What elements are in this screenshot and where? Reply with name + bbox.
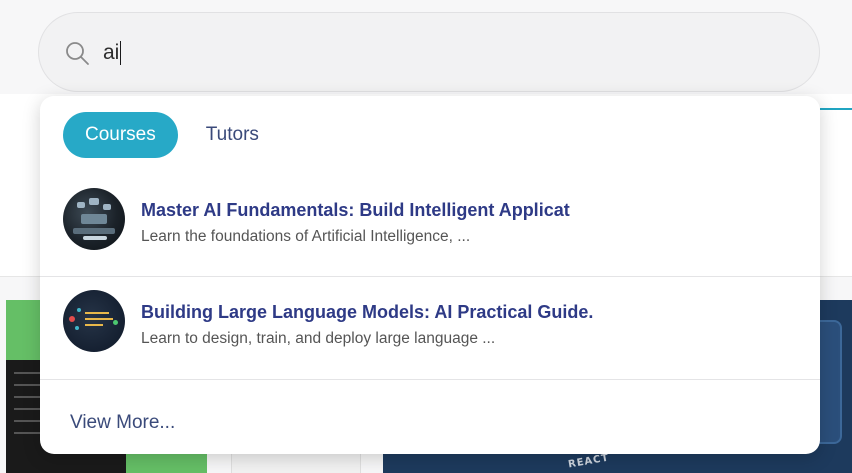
result-description: Learn to design, train, and deploy large… bbox=[141, 330, 496, 347]
divider bbox=[40, 276, 820, 277]
search-bar[interactable]: ai bbox=[38, 12, 820, 92]
search-input-value: ai bbox=[103, 41, 120, 64]
background-card-label: REACT bbox=[567, 452, 611, 471]
course-thumbnail bbox=[63, 290, 125, 352]
tab-tutors[interactable]: Tutors bbox=[200, 112, 265, 158]
search-results-dropdown: Courses Tutors Master AI Fundamentals: B… bbox=[40, 96, 820, 454]
search-result-item[interactable]: Building Large Language Models: AI Pract… bbox=[40, 278, 820, 378]
tab-courses[interactable]: Courses bbox=[63, 112, 178, 158]
text-caret bbox=[120, 41, 122, 65]
view-more-link[interactable]: View More... bbox=[70, 412, 175, 434]
result-title: Building Large Language Models: AI Pract… bbox=[141, 302, 594, 322]
search-input[interactable]: ai bbox=[103, 40, 122, 66]
results-tabs: Courses Tutors bbox=[63, 112, 265, 158]
background-accent-line bbox=[820, 108, 852, 110]
result-title: Master AI Fundamentals: Build Intelligen… bbox=[141, 200, 570, 220]
course-thumbnail bbox=[63, 188, 125, 250]
page: REACT ai Courses Tutors Master AI Fundam… bbox=[0, 0, 852, 473]
search-icon bbox=[66, 42, 89, 65]
divider bbox=[40, 379, 820, 380]
result-description: Learn the foundations of Artificial Inte… bbox=[141, 228, 471, 245]
search-result-item[interactable]: Master AI Fundamentals: Build Intelligen… bbox=[40, 176, 820, 276]
